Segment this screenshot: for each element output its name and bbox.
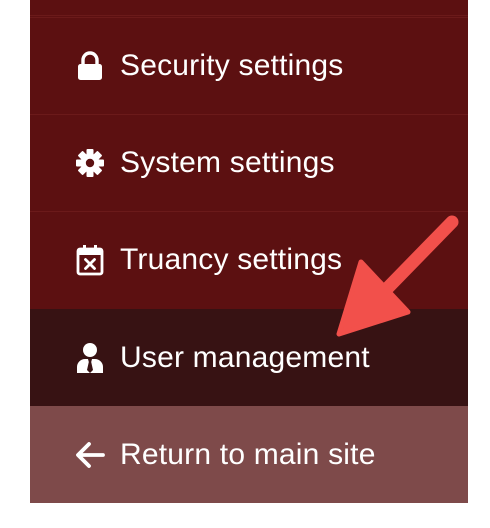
sidebar-item-label: Return to main site bbox=[120, 437, 376, 471]
lock-icon bbox=[74, 50, 106, 82]
user-tie-icon bbox=[74, 342, 106, 374]
gear-icon bbox=[74, 147, 106, 179]
sidebar-item-label: Security settings bbox=[120, 49, 344, 82]
sidebar-item-security-settings[interactable]: Security settings bbox=[30, 17, 468, 114]
calendar-x-icon bbox=[74, 244, 106, 276]
sidebar-item-label: Truancy settings bbox=[120, 243, 343, 276]
sidebar-item-label: User management bbox=[120, 340, 370, 374]
sidebar-top-edge bbox=[30, 0, 468, 16]
settings-sidebar: Security settings System settings Truanc… bbox=[30, 0, 468, 503]
sidebar-item-return-to-main-site[interactable]: Return to main site bbox=[30, 406, 468, 503]
sidebar-item-user-management[interactable]: User management bbox=[30, 309, 468, 406]
sidebar-item-label: System settings bbox=[120, 146, 335, 179]
arrow-left-icon bbox=[74, 439, 106, 471]
sidebar-item-system-settings[interactable]: System settings bbox=[30, 114, 468, 211]
sidebar-item-truancy-settings[interactable]: Truancy settings bbox=[30, 211, 468, 308]
